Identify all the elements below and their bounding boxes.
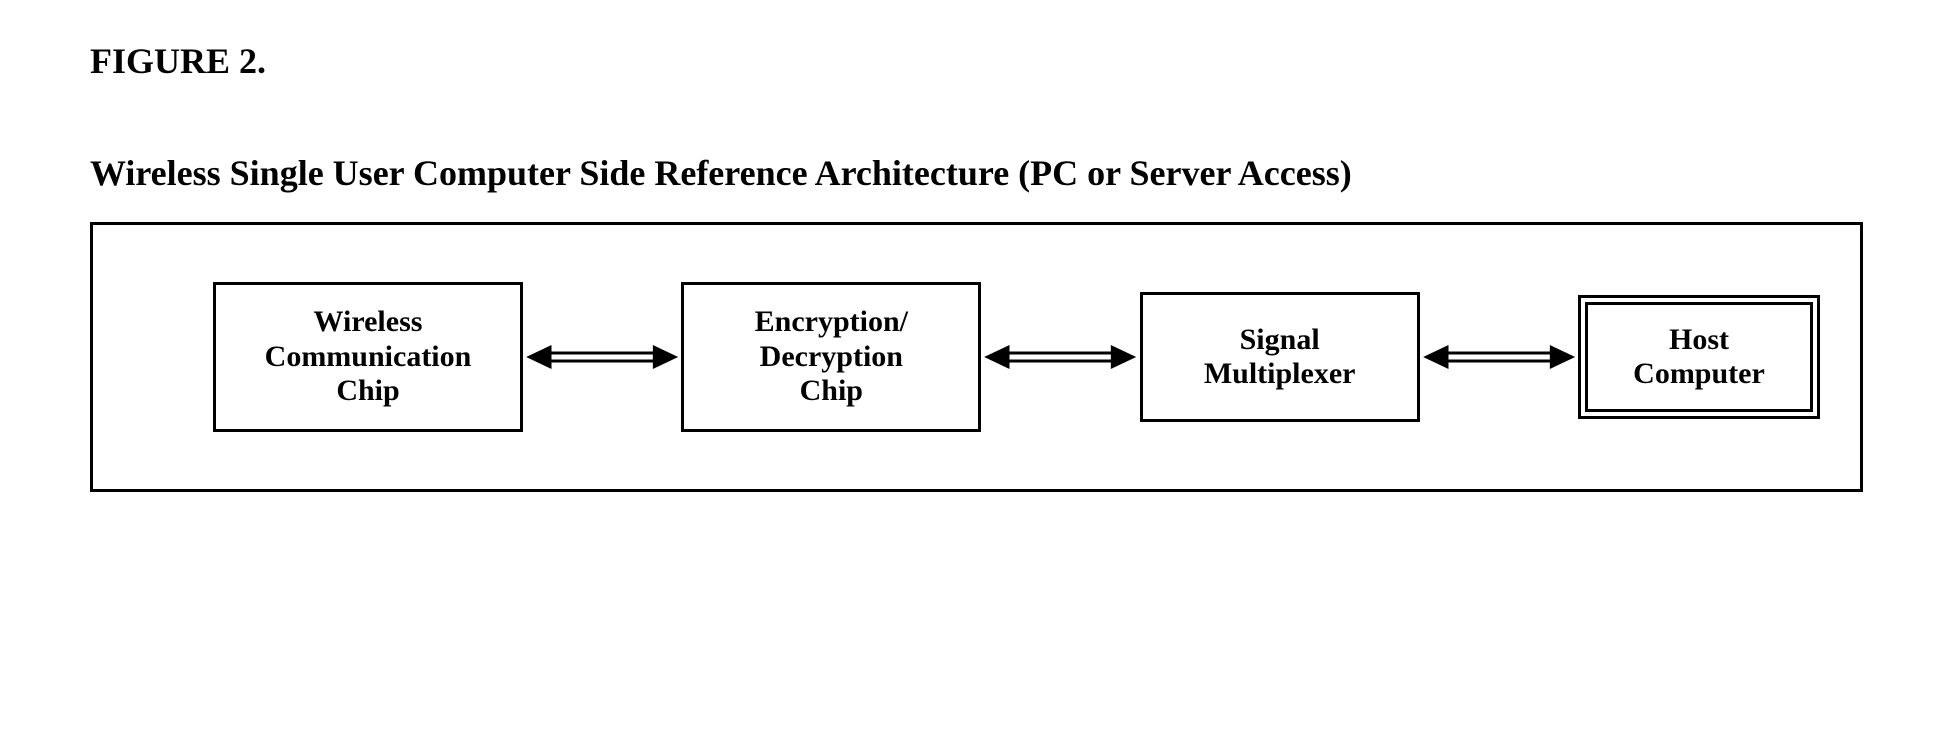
double-arrow-icon [981,327,1139,387]
diagram-title: Wireless Single User Computer Side Refer… [90,152,1863,194]
figure-label: FIGURE 2. [90,40,1863,82]
block-wireless-communication-chip: Wireless Communication Chip [213,282,523,432]
block-host-computer: Host Computer [1585,302,1813,412]
double-arrow-icon [523,327,681,387]
block-row: Wireless Communication Chip Encryption/ … [93,282,1860,432]
diagram-container: Wireless Communication Chip Encryption/ … [90,222,1863,492]
double-arrow-icon [1420,327,1578,387]
block-host-computer-frame: Host Computer [1578,295,1820,419]
block-signal-multiplexer: Signal Multiplexer [1140,292,1420,422]
block-encryption-decryption-chip: Encryption/ Decryption Chip [681,282,981,432]
